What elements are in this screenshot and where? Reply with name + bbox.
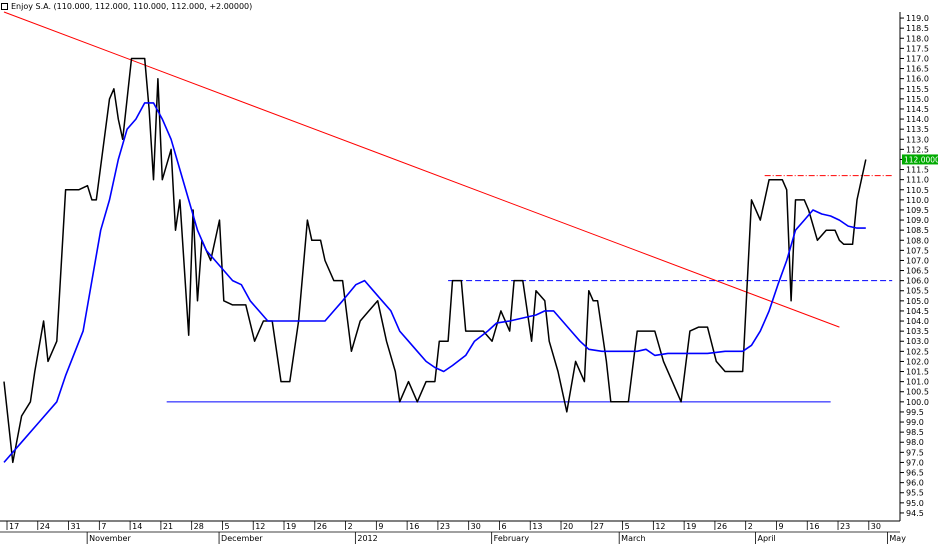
x-month-tick-label: December: [221, 534, 263, 543]
x-day-tick-label: 27: [594, 522, 604, 531]
y-tick-label: 111.5: [906, 166, 929, 175]
x-day-tick-label: 13: [532, 522, 542, 531]
x-day-tick-label: 30: [471, 522, 481, 531]
x-day-tick-label: 12: [655, 522, 665, 531]
y-tick-label: 116.0: [906, 75, 929, 84]
x-day-tick-label: 28: [194, 522, 204, 531]
y-tick-label: 100.5: [906, 388, 929, 397]
y-tick-label: 98.5: [906, 428, 924, 437]
y-tick-label: 106.5: [906, 267, 929, 276]
y-tick-label: 104.5: [906, 307, 929, 316]
y-tick-label: 116.5: [906, 65, 929, 74]
y-tick-label: 110.0: [906, 196, 929, 205]
y-tick-label: 95.0: [906, 499, 924, 508]
x-day-tick-label: 16: [809, 522, 819, 531]
y-tick-label: 102.5: [906, 347, 929, 356]
y-tick-label: 101.5: [906, 368, 929, 377]
x-day-tick-label: 26: [717, 522, 727, 531]
x-day-tick-label: 5: [224, 522, 229, 531]
y-tick-label: 98.0: [906, 438, 924, 447]
y-tick-label: 101.0: [906, 378, 929, 387]
x-day-tick-label: 9: [778, 522, 783, 531]
y-tick-label: 115.5: [906, 85, 929, 94]
y-tick-label: 109.0: [906, 216, 929, 225]
y-tick-label: 110.5: [906, 186, 929, 195]
x-day-tick-label: 21: [163, 522, 173, 531]
y-tick-label: 115.0: [906, 95, 929, 104]
y-tick-label: 118.5: [906, 24, 929, 33]
y-tick-label: 106.0: [906, 277, 929, 286]
x-day-tick-label: 7: [101, 522, 106, 531]
x-day-tick-label: 5: [625, 522, 630, 531]
x-day-tick-label: 20: [563, 522, 573, 531]
price-chart: 94.595.095.596.096.5 97.097.598.098.599.0…: [0, 11, 940, 544]
x-month-tick-label: May: [889, 534, 906, 543]
x-day-tick-label: 16: [409, 522, 419, 531]
y-tick-label: 109.5: [906, 206, 929, 215]
y-tick-label: 104.0: [906, 317, 929, 326]
y-tick-label: 105.0: [906, 297, 929, 306]
y-tick-label: 99.5: [906, 408, 924, 417]
x-day-tick-label: 14: [132, 522, 142, 531]
x-day-tick-label: 17: [9, 522, 19, 531]
y-tick-label: 114.5: [906, 105, 929, 114]
y-tick-label: 112.5: [906, 145, 929, 154]
y-tick-label: 96.5: [906, 469, 924, 478]
x-month-tick-label: November: [89, 534, 131, 543]
y-tick-label: 119.0: [906, 14, 929, 23]
y-tick-label: 118.0: [906, 34, 929, 43]
y-tick-label: 103.0: [906, 337, 929, 346]
x-day-tick-label: 31: [71, 522, 81, 531]
y-tick-label: 117.0: [906, 54, 929, 63]
y-tick-label: 99.0: [906, 418, 924, 427]
y-tick-label: 95.5: [906, 489, 924, 498]
y-tick-label: 94.5: [906, 509, 924, 518]
x-day-tick-label: 19: [286, 522, 296, 531]
y-tick-label: 105.5: [906, 287, 929, 296]
x-month-tick-label: 2012: [357, 534, 377, 543]
x-day-tick-label: 23: [840, 522, 850, 531]
trendline-line: [3, 11, 840, 328]
y-tick-label: 114.0: [906, 115, 929, 124]
x-day-tick-label: 9: [378, 522, 383, 531]
last-price-label: 112.0000: [904, 155, 940, 164]
moving-average-line: [3, 102, 866, 463]
y-tick-label: 100.0: [906, 398, 929, 407]
y-tick-label: 97.5: [906, 448, 924, 457]
x-day-tick-label: 12: [255, 522, 265, 531]
x-month-tick-label: February: [494, 534, 530, 543]
chart-annotations: [3, 11, 893, 403]
y-tick-label: 113.0: [906, 135, 929, 144]
y-tick-label: 117.5: [906, 44, 929, 53]
x-day-tick-label: 26: [317, 522, 327, 531]
x-day-tick-label: 23: [440, 522, 450, 531]
x-month-tick-label: April: [757, 534, 775, 543]
x-month-tick-label: March: [621, 534, 645, 543]
y-tick-label: 113.5: [906, 125, 929, 134]
x-day-tick-label: 19: [686, 522, 696, 531]
x-day-tick-label: 2: [348, 522, 353, 531]
chart-axes: 94.595.095.596.096.5 97.097.598.098.599.0…: [0, 12, 940, 544]
y-tick-label: 111.0: [906, 176, 929, 185]
x-day-tick-label: 30: [871, 522, 881, 531]
y-tick-label: 96.0: [906, 479, 924, 488]
y-tick-label: 102.0: [906, 357, 929, 366]
y-tick-label: 107.5: [906, 246, 929, 255]
y-tick-label: 97.0: [906, 458, 924, 467]
x-day-tick-label: 6: [501, 522, 506, 531]
y-tick-label: 108.5: [906, 226, 929, 235]
y-tick-label: 108.0: [906, 236, 929, 245]
y-tick-label: 103.5: [906, 327, 929, 336]
y-tick-label: 107.0: [906, 256, 929, 265]
x-day-tick-label: 2: [748, 522, 753, 531]
x-day-tick-label: 24: [40, 522, 50, 531]
